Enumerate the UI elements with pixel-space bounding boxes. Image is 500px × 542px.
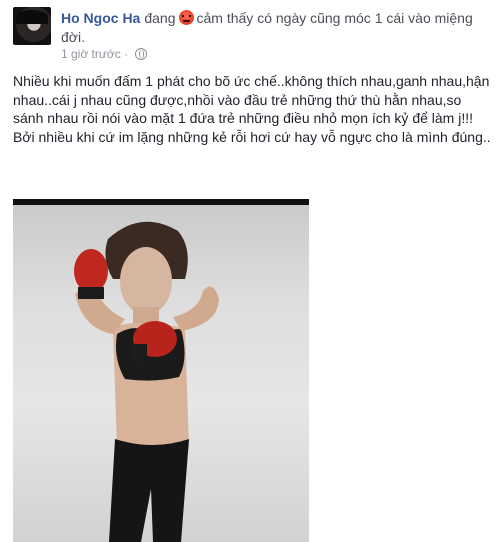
post-header: Ho Ngoc Ha đang cảm thấy có ngày cũng móc … [61,9,481,47]
avatar-hat-shape [16,10,48,24]
post-paragraph-2: Bởi nhiều khi cứ im lặng những kẻ rỗi hơ… [13,128,491,145]
post-photo[interactable] [13,199,309,542]
facebook-post: Ho Ngoc Ha đang cảm thấy có ngày cũng móc … [0,0,500,542]
avatar[interactable] [13,7,51,45]
photo-top-border [13,199,309,542]
post-body: Nhiều khi muốn đấm 1 phát cho bõ ức chế.… [13,72,493,146]
timestamp-link[interactable]: 1 giờ trước [61,47,121,61]
post-paragraph-1: Nhiều khi muốn đấm 1 phát cho bõ ức chế.… [13,73,490,126]
post-meta: 1 giờ trước · [61,47,148,61]
angry-emoji-icon [178,10,194,25]
meta-separator: · [124,47,129,61]
feeling-prefix: đang [144,10,176,26]
globe-icon[interactable] [135,48,148,60]
author-name-link[interactable]: Ho Ngoc Ha [61,10,140,26]
